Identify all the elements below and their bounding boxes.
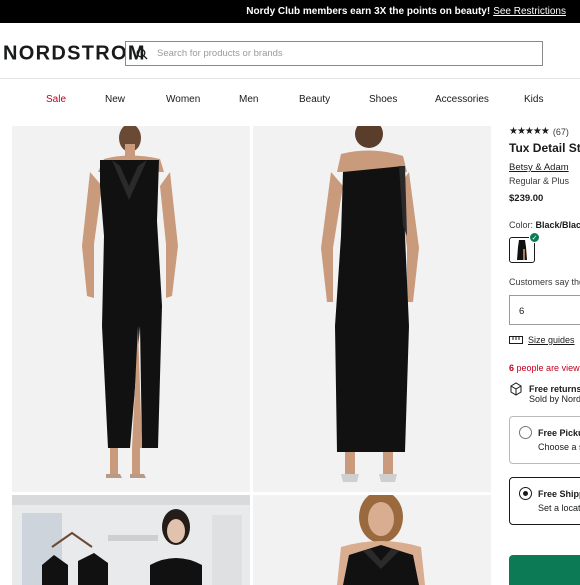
pickup-sub: Choose a s [538,442,580,452]
pickup-title: Free Pickup [538,428,580,438]
ruler-icon [509,336,523,344]
brand-link[interactable]: Betsy & Adam [509,162,580,173]
product-photo-back[interactable] [253,126,491,492]
product-photo-plus[interactable] [253,495,491,585]
search-bar[interactable] [125,41,543,66]
size-select[interactable]: 6 [509,295,580,325]
nav-item-beauty[interactable]: Beauty [299,94,330,105]
product-price: $239.00 [509,193,544,204]
pickup-radio[interactable] [519,426,532,439]
shipping-radio[interactable] [519,487,532,500]
return-box-icon [510,382,522,396]
search-input[interactable] [157,48,517,59]
main-nav: Sale New Women Men Beauty Shoes Accessor… [0,79,580,119]
viewing-notice: 6 people are viewi [509,363,580,373]
promo-banner: Nordy Club members earn 3X the points on… [0,0,580,23]
nav-item-men[interactable]: Men [239,94,258,105]
size-guides-text: Size guides [528,335,575,345]
product-info-panel: ★★★★★ (67) Tux Detail St Betsy & Adam Re… [509,126,580,525]
check-icon: ✓ [529,232,540,243]
nav-item-women[interactable]: Women [166,94,200,105]
rating[interactable]: ★★★★★ (67) [509,126,580,137]
nav-item-accessories[interactable]: Accessories [435,94,489,105]
size-guides-link[interactable]: Size guides [509,335,580,345]
nav-item-kids[interactable]: Kids [524,94,543,105]
search-icon [136,48,148,59]
site-header: NORDSTROM [0,23,580,79]
color-label: Color: Black/Black [509,220,580,230]
rating-count: (67) [552,126,569,137]
shipping-title: Free Shipp [538,489,580,499]
returns-sub: Sold by Nord [529,394,580,404]
size-range: Regular & Plus [509,176,570,186]
shipping-option[interactable]: Free Shipp Set a locati [509,477,580,525]
viewing-text: people are viewi [516,363,580,373]
nav-item-sale[interactable]: Sale [46,94,66,105]
product-photo-store[interactable] [12,495,250,585]
nav-item-shoes[interactable]: Shoes [369,94,397,105]
see-restrictions-link[interactable]: See Restrictions [493,6,566,17]
product-title: Tux Detail St [509,141,580,155]
viewing-count: 6 [509,363,515,373]
dress-swatch-icon [517,240,527,260]
color-swatch-black[interactable]: ✓ [509,232,540,263]
product-photo-front[interactable] [12,126,250,492]
color-label-text: Color: [509,220,534,230]
color-value: Black/Black [535,220,580,230]
promo-text: Nordy Club members earn 3X the points on… [246,6,491,17]
star-rating-icon: ★★★★★ [509,126,550,137]
add-to-bag-button[interactable] [509,555,580,585]
customers-say-label: Customers say the [509,277,580,287]
returns-title: Free returns [529,384,580,394]
pickup-option[interactable]: Free Pickup Choose a s [509,416,580,464]
returns-info: Free returns Sold by Nord [509,382,580,404]
shipping-sub: Set a locati [538,503,580,513]
nav-item-new[interactable]: New [105,94,125,105]
